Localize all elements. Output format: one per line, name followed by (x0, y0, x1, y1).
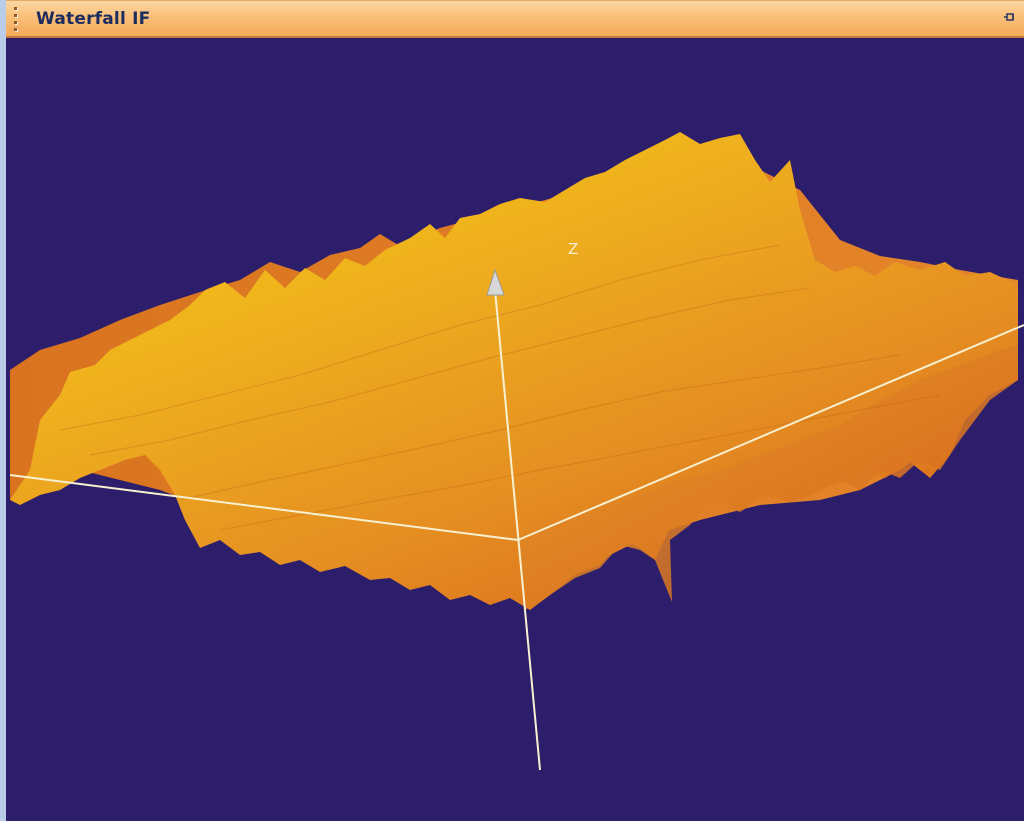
waterfall-3d-view[interactable]: Z (6, 38, 1024, 821)
surface-main-layer (10, 132, 1018, 610)
window-title: Waterfall IF (36, 8, 151, 29)
z-axis-label: Z (568, 240, 578, 258)
grip-icon[interactable] (14, 6, 22, 31)
waterfall-surface-plot[interactable]: Z (6, 38, 1024, 821)
waterfall-window: Waterfall IF Z (0, 0, 1024, 821)
pin-icon[interactable] (1002, 11, 1016, 25)
window-titlebar[interactable]: Waterfall IF (6, 0, 1024, 38)
